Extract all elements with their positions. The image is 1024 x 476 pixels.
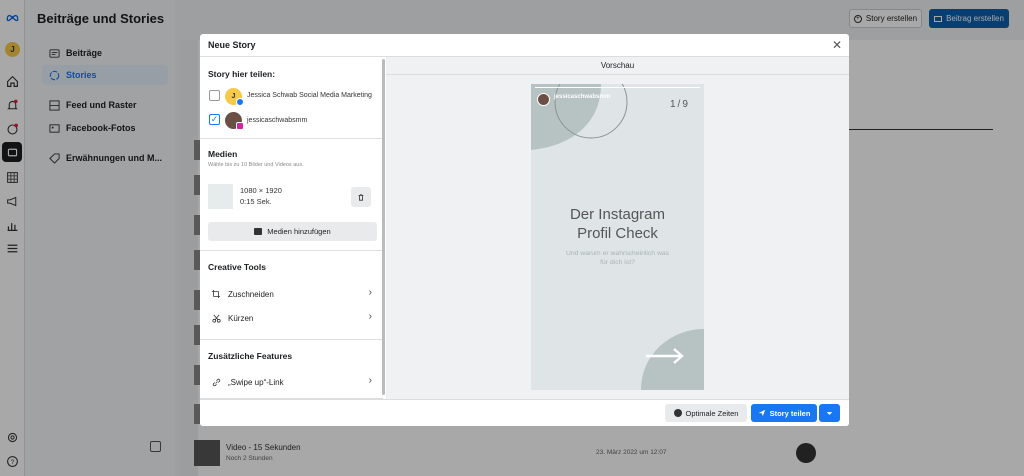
trash-icon [357, 188, 365, 206]
preview-pane: Vorschau jessicaschwabsmm 1/9 Der Instag… [386, 57, 849, 399]
swipe-up-label: „Swipe up“-Link [228, 377, 284, 387]
modal-title: Neue Story [208, 40, 256, 50]
crop-icon [212, 290, 222, 298]
instagram-icon [236, 122, 244, 130]
account-name: Jessica Schwab Social Media Marketing [247, 92, 372, 99]
account-checkbox-facebook[interactable] [209, 90, 220, 101]
chevron-right-icon: › [368, 311, 372, 322]
delete-media-button[interactable] [351, 187, 371, 207]
chevron-down-icon [826, 404, 833, 422]
extra-features-title: Zusätzliche Features [208, 351, 293, 361]
story-preview: jessicaschwabsmm 1/9 Der Instagram Profi… [531, 84, 704, 390]
creative-tools-title: Creative Tools [208, 262, 266, 272]
new-story-modal: Neue Story ✕ Story hier teilen: J Jessic… [200, 34, 849, 426]
divider [200, 339, 383, 340]
left-pane-scrollbar[interactable] [382, 59, 385, 395]
share-section-title: Story hier teilen: [208, 69, 276, 79]
media-duration: 0:15 Sek. [240, 197, 272, 206]
crop-tool-item[interactable]: Zuschneiden › [212, 287, 372, 301]
arrow-right-icon [644, 346, 686, 371]
story-subtitle-2: für dich ist? [600, 259, 635, 266]
media-section-title: Medien [208, 149, 238, 159]
best-times-label: Optimale Zeiten [685, 408, 739, 418]
share-story-label: Story teilen [769, 408, 811, 418]
share-options-dropdown[interactable] [819, 404, 840, 422]
share-story-button[interactable]: Story teilen [751, 404, 817, 422]
chevron-right-icon: › [368, 287, 372, 298]
link-icon [212, 378, 222, 387]
story-subtitle-1: Und warum er wahrscheinlich was [565, 250, 670, 257]
chevron-right-icon: › [368, 375, 372, 386]
story-progress-bar [535, 87, 700, 88]
tool-label: Zuschneiden [228, 289, 274, 299]
scissors-icon [212, 314, 222, 323]
media-hint: Wähle bis zu 10 Bilder und Videos aus. [208, 162, 304, 168]
divider [200, 250, 383, 251]
media-thumbnail [208, 184, 233, 209]
account-name: jessicaschwabsmm [247, 117, 308, 124]
media-dimensions: 1080 × 1920 [240, 186, 282, 195]
preview-title: Vorschau [386, 57, 849, 75]
add-media-label: Medien hinzufügen [267, 227, 331, 236]
avatar [537, 93, 550, 106]
facebook-icon [236, 98, 244, 106]
story-headline-1: Der Instagram [569, 206, 666, 223]
trim-tool-item[interactable]: Kürzen › [212, 311, 372, 325]
add-photo-icon [254, 228, 263, 235]
tool-label: Kürzen [228, 313, 254, 323]
modal-footer: Optimale Zeiten Story teilen [200, 399, 849, 426]
best-times-button[interactable]: Optimale Zeiten [665, 404, 747, 422]
divider [200, 138, 383, 139]
story-settings-pane: Story hier teilen: J Jessica Schwab Soci… [200, 57, 386, 399]
close-icon[interactable]: ✕ [832, 38, 842, 52]
story-headline-2: Profil Check [577, 225, 658, 242]
account-checkbox-instagram[interactable]: ✓ [209, 114, 220, 125]
swipe-up-link-item[interactable]: „Swipe up“-Link › [212, 375, 372, 389]
add-media-button[interactable]: Medien hinzufügen [208, 222, 377, 241]
modal-header: Neue Story ✕ [200, 34, 849, 57]
story-username: jessicaschwabsmm [554, 94, 611, 100]
story-counter: 1/9 [670, 99, 690, 110]
clock-icon [673, 409, 682, 417]
send-icon [758, 409, 766, 417]
